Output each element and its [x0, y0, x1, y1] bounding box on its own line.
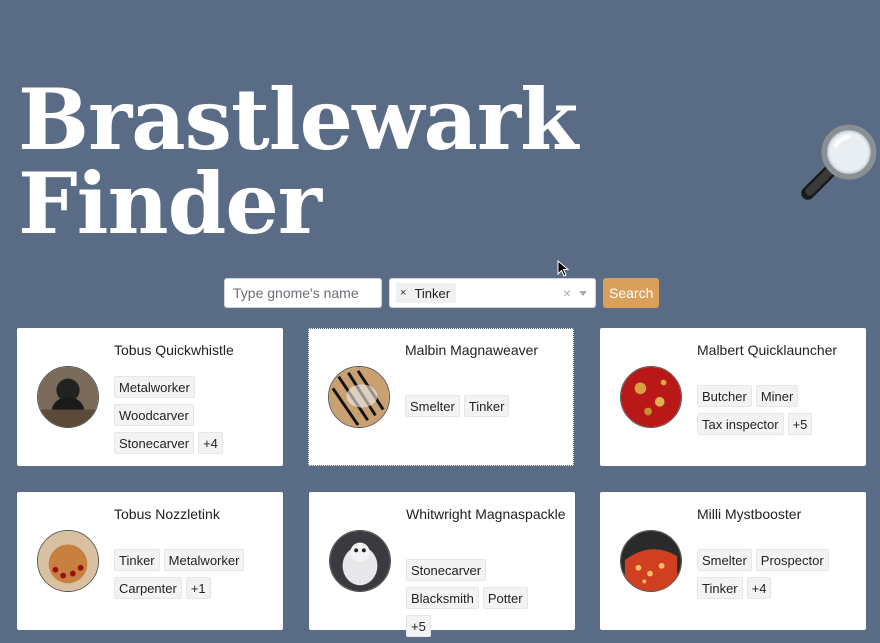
profession-tag: Miner	[755, 385, 799, 407]
gnome-avatar	[328, 366, 390, 428]
profession-tag: Metalworker	[163, 549, 245, 571]
more-tags-count: +4	[746, 577, 772, 599]
profession-tags: Stonecarver Blacksmith Potter +5	[406, 559, 556, 643]
profession-tag: Tinker	[463, 395, 510, 417]
magnifying-glass-icon	[801, 124, 877, 200]
profession-tag: Tinker	[697, 577, 743, 599]
more-tags-count: +5	[406, 615, 431, 637]
profession-tag: Tinker	[114, 549, 160, 571]
gnome-avatar	[37, 530, 99, 592]
more-tags-count: +4	[198, 432, 223, 454]
profession-tag: Blacksmith	[406, 587, 479, 609]
gnome-name: Whitwright Magnaspackle	[406, 506, 566, 522]
gnome-avatar	[37, 366, 99, 428]
more-tags-count: +1	[185, 577, 211, 599]
page-header: Brastlewark Finder	[18, 78, 880, 246]
profession-select[interactable]: × Tinker ×	[389, 278, 596, 308]
profession-tag: Potter	[482, 587, 528, 609]
gnome-card[interactable]: Whitwright Magnaspackle Stonecarver Blac…	[309, 492, 575, 637]
profession-tags: Smelter Tinker	[405, 395, 555, 423]
gnome-name: Milli Mystbooster	[697, 506, 802, 522]
chevron-down-icon[interactable]	[579, 290, 587, 296]
gnome-card[interactable]: Malbin Magnaweaver Smelter Tinker	[308, 328, 574, 466]
profession-tags: Butcher Miner Tax inspector +5	[697, 385, 847, 441]
gnome-name: Tobus Nozzletink	[114, 506, 220, 522]
profession-tag: Stonecarver	[406, 559, 487, 581]
clear-selection-icon[interactable]: ×	[563, 285, 571, 301]
chip-remove-icon[interactable]: ×	[400, 287, 406, 299]
profession-tag: Prospector	[755, 549, 829, 571]
profession-tags: Smelter Prospector Tinker +4	[697, 549, 847, 605]
gnome-name: Tobus Quickwhistle	[114, 342, 234, 358]
profession-tag: Carpenter	[114, 577, 182, 599]
more-tags-count: +5	[787, 413, 813, 435]
profession-tag: Stonecarver	[114, 432, 195, 454]
gnome-name: Malbert Quicklauncher	[697, 342, 838, 358]
selected-profession-chip: × Tinker	[396, 283, 457, 303]
profession-tag: Smelter	[405, 395, 460, 417]
profession-tag: Smelter	[697, 549, 752, 571]
gnome-avatar	[620, 530, 682, 592]
gnome-name-search-input[interactable]	[224, 278, 382, 308]
search-button[interactable]: Search	[603, 278, 659, 308]
gnome-avatar	[329, 530, 391, 592]
profession-tag: Tax inspector	[697, 413, 784, 435]
profession-tags: Metalworker Woodcarver Stonecarver +4	[114, 376, 264, 460]
gnome-card[interactable]: Tobus Nozzletink Tinker Metalworker Carp…	[17, 492, 283, 630]
gnome-name: Malbin Magnaweaver	[405, 342, 539, 358]
gnome-card[interactable]: Tobus Quickwhistle Metalworker Woodcarve…	[17, 328, 283, 466]
gnome-card[interactable]: Milli Mystbooster Smelter Prospector Tin…	[600, 492, 866, 630]
page-title: Brastlewark Finder	[18, 70, 578, 253]
profession-tag: Butcher	[697, 385, 752, 407]
selected-profession-label: Tinker	[414, 285, 451, 301]
mouse-cursor-icon	[557, 260, 570, 277]
gnome-avatar	[620, 366, 682, 428]
profession-tag: Woodcarver	[114, 404, 194, 426]
profession-tag: Metalworker	[114, 376, 195, 398]
profession-tags: Tinker Metalworker Carpenter +1	[114, 549, 264, 605]
gnome-card[interactable]: Malbert Quicklauncher Butcher Miner Tax …	[600, 328, 866, 466]
